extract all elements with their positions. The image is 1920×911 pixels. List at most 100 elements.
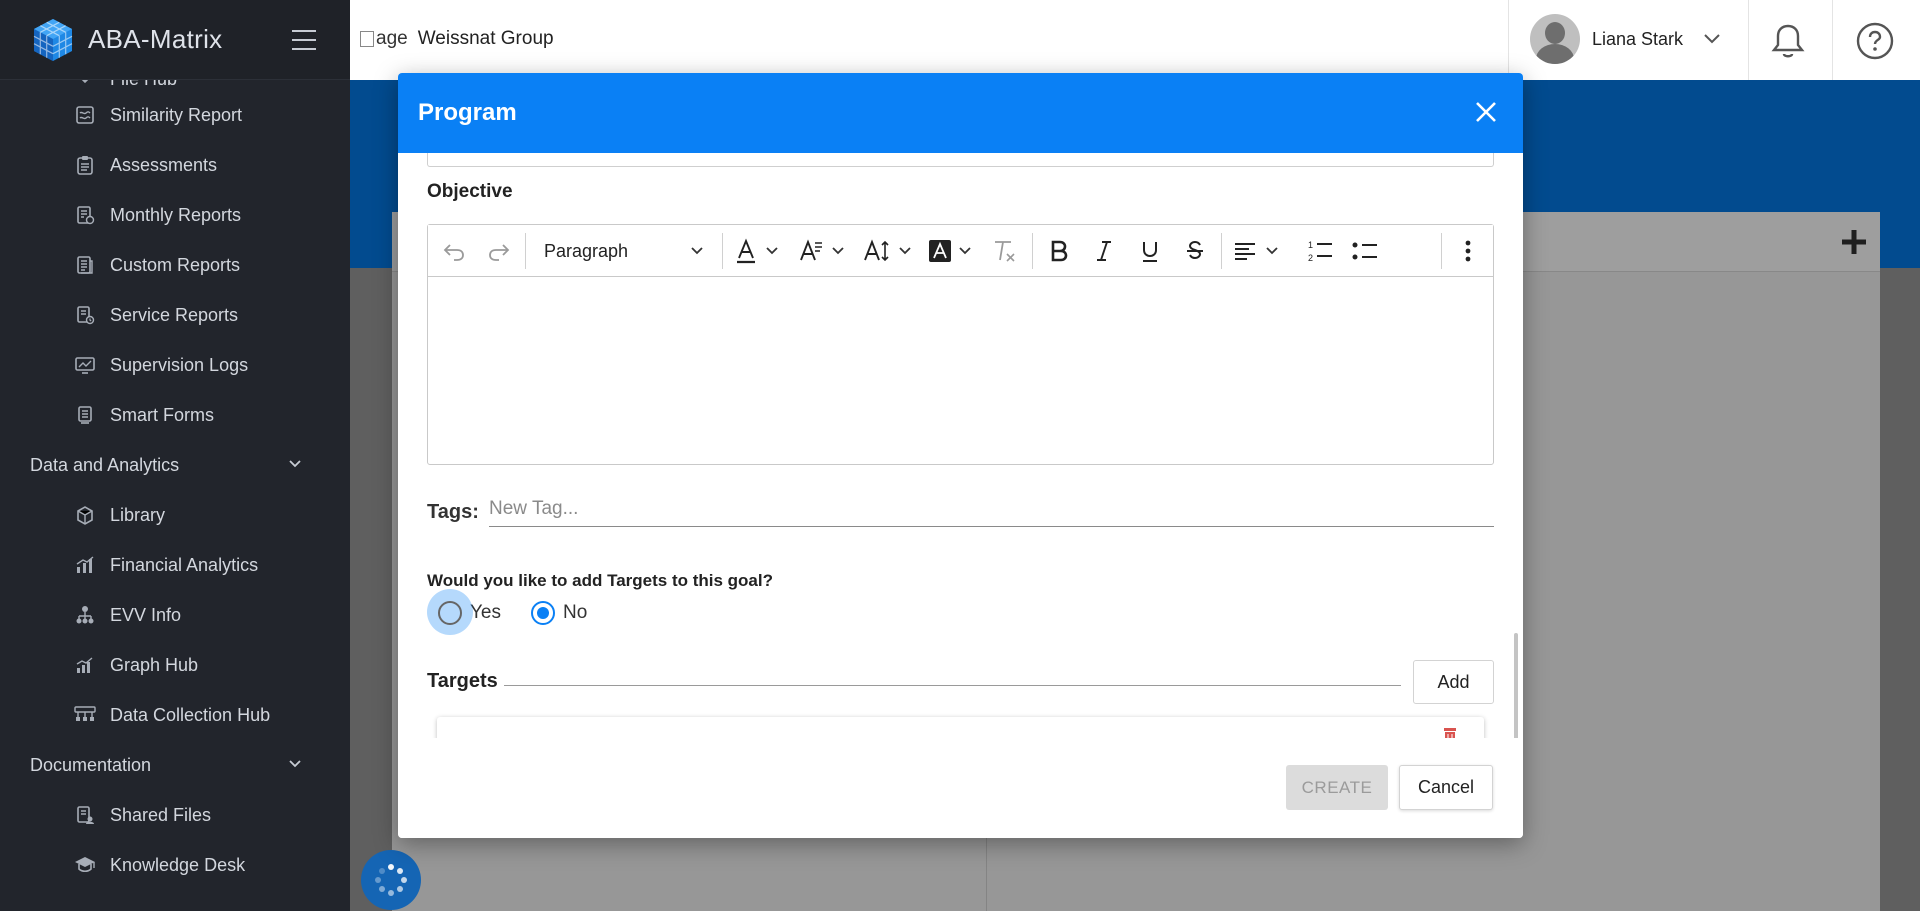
targets-question: Would you like to add Targets to this go…	[427, 571, 773, 590]
background-color-button[interactable]	[928, 237, 978, 265]
font-size-button[interactable]	[863, 237, 917, 265]
program-modal: Program Objective Paragraph 1 2 Tags: Ne…	[398, 73, 1523, 838]
organization-name: Weissnat Group	[417, 28, 554, 49]
chevron-down-icon	[1704, 34, 1720, 44]
sidebar-item-smart-forms[interactable]: Smart Forms	[0, 390, 350, 440]
divider	[1441, 233, 1442, 269]
cancel-button[interactable]: Cancel	[1399, 765, 1493, 810]
svg-text:2: 2	[1308, 253, 1313, 263]
font-color-button[interactable]	[735, 237, 783, 265]
organization[interactable]: age Weissnat Group	[360, 28, 554, 50]
undo-button[interactable]	[440, 237, 468, 265]
sidebar-item-label: Assessments	[110, 154, 218, 175]
broken-image-icon: age	[360, 28, 408, 50]
sidebar-item-supervision-logs[interactable]: Supervision Logs	[0, 340, 350, 390]
bar-chart-icon	[74, 554, 96, 576]
sidebar-item-data-collection-hub[interactable]: Data Collection Hub	[0, 690, 350, 740]
previous-field[interactable]	[427, 153, 1494, 167]
clear-format-icon	[995, 241, 1015, 262]
numbered-list-button[interactable]: 12	[1305, 237, 1335, 265]
clear-format-button[interactable]	[990, 237, 1018, 265]
sidebar: File Hub Similarity Report Assessments M…	[0, 0, 350, 911]
tags-label: Tags:	[427, 501, 479, 523]
menu-toggle-icon[interactable]	[292, 30, 316, 50]
trash-icon[interactable]	[1442, 727, 1458, 738]
font-size-icon	[864, 239, 911, 262]
radio-no[interactable]: No	[531, 601, 587, 625]
sidebar-item-label: Data Collection Hub	[110, 704, 271, 725]
sidebar-item-custom-reports[interactable]: Custom Reports	[0, 240, 350, 290]
sidebar-item-label: EVV Info	[110, 604, 182, 625]
underline-icon	[1143, 242, 1157, 262]
align-button[interactable]	[1233, 237, 1285, 265]
target-card	[437, 717, 1484, 738]
sidebar-item-service-reports[interactable]: Service Reports	[0, 290, 350, 340]
highlight-color-icon	[929, 240, 971, 262]
font-color-icon	[737, 238, 778, 264]
sidebar-item-similarity-report[interactable]: Similarity Report	[0, 90, 350, 140]
more-vertical-icon	[1465, 240, 1471, 262]
chevron-down-icon	[289, 460, 301, 468]
objective-editor-content[interactable]	[428, 277, 1493, 464]
sidebar-section-label: Data and Analytics	[30, 454, 180, 475]
sidebar-section-documentation[interactable]: Documentation	[0, 740, 350, 790]
sidebar-item-monthly-reports[interactable]: Monthly Reports	[0, 190, 350, 240]
monitor-chart-icon	[74, 354, 96, 376]
divider	[1832, 0, 1833, 80]
bell-icon[interactable]	[1770, 22, 1806, 60]
document-icon	[74, 254, 96, 276]
underline-button[interactable]	[1136, 237, 1164, 265]
bullet-list-icon	[1352, 242, 1377, 260]
add-target-button[interactable]: Add	[1413, 660, 1494, 704]
sidebar-item-label: Smart Forms	[110, 404, 215, 425]
floating-action-button[interactable]	[361, 850, 421, 910]
font-family-button[interactable]	[799, 237, 849, 265]
radio-yes-circle	[438, 601, 462, 625]
sidebar-section-label: Documentation	[30, 754, 152, 775]
user-menu[interactable]: Liana Stark	[1530, 14, 1721, 64]
sidebar-item-financial-analytics[interactable]: Financial Analytics	[0, 540, 350, 590]
sidebar-item-label: Shared Files	[110, 804, 212, 825]
more-options-button[interactable]	[1454, 237, 1482, 265]
avatar	[1530, 14, 1580, 64]
graph-icon	[74, 654, 96, 676]
library-icon	[74, 504, 96, 526]
italic-button[interactable]	[1090, 237, 1118, 265]
help-icon[interactable]	[1856, 22, 1894, 60]
divider	[1748, 0, 1749, 80]
sidebar-item-evv-info[interactable]: EVV Info	[0, 590, 350, 640]
sidebar-item-assessments[interactable]: Assessments	[0, 140, 350, 190]
objective-editor: Paragraph 1 2	[427, 224, 1494, 465]
cube-logo-icon	[33, 18, 73, 61]
data-hub-icon	[74, 704, 96, 726]
radio-no-label: No	[563, 602, 588, 623]
sidebar-item-shared-files[interactable]: Shared Files	[0, 790, 350, 840]
similarity-icon	[74, 104, 96, 126]
close-icon[interactable]	[1471, 97, 1501, 127]
modal-body: Objective Paragraph 1 2 Tags: New Tag...…	[398, 153, 1523, 738]
service-report-icon	[74, 304, 96, 326]
sidebar-section-data-analytics[interactable]: Data and Analytics	[0, 440, 350, 490]
brand-name: ABA-Matrix	[88, 24, 223, 54]
sidebar-item-library[interactable]: Library	[0, 490, 350, 540]
numbered-list-icon: 12	[1308, 240, 1332, 263]
paragraph-style-select[interactable]: Paragraph	[538, 237, 710, 265]
sidebar-nav: File Hub Similarity Report Assessments M…	[0, 60, 350, 890]
shared-files-icon	[74, 804, 96, 826]
sidebar-item-knowledge-desk[interactable]: Knowledge Desk	[0, 840, 350, 890]
radio-yes[interactable]: Yes	[427, 589, 501, 635]
targets-radio-group: Yes No	[427, 589, 617, 635]
create-button[interactable]: CREATE	[1286, 765, 1388, 810]
report-icon	[74, 204, 96, 226]
radio-no-circle	[531, 601, 555, 625]
modal-scrollbar[interactable]	[1514, 633, 1518, 738]
bullet-list-button[interactable]	[1350, 237, 1380, 265]
tags-input[interactable]	[489, 491, 1494, 527]
bold-button[interactable]	[1045, 237, 1073, 265]
radio-yes-label: Yes	[470, 602, 501, 623]
editor-toolbar: Paragraph 1 2	[428, 225, 1493, 277]
redo-button[interactable]	[485, 237, 513, 265]
top-bar: age Weissnat Group Liana Stark	[350, 0, 1920, 80]
strikethrough-button[interactable]	[1181, 237, 1209, 265]
sidebar-item-graph-hub[interactable]: Graph Hub	[0, 640, 350, 690]
